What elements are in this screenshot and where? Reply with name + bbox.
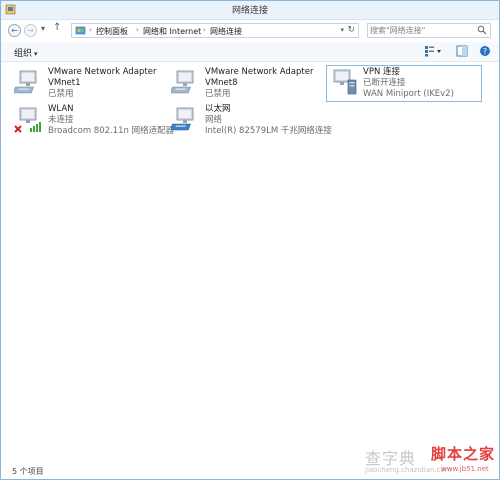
breadcrumb-separator: › <box>203 26 206 34</box>
connection-name: VMware Network Adapter <box>48 67 157 77</box>
navigation-bar: ← → ▾ ↑ › 控制面板 › 网络和 Internet › 网络连接 ▾ ↻ <box>1 20 499 42</box>
forward-button[interactable]: → <box>24 24 37 37</box>
connection-name: VPN 连接 <box>363 67 401 77</box>
change-view-icon[interactable] <box>424 45 442 57</box>
connection-status: 已禁用 <box>205 89 231 99</box>
control-panel-icon <box>75 26 86 35</box>
title-bar: 网络连接 <box>1 1 499 20</box>
connection-name: WLAN <box>48 104 74 114</box>
connection-text: VMware Network Adapter VMnet1 已禁用 <box>48 67 156 100</box>
breadcrumb-control-panel[interactable]: 控制面板 <box>96 26 128 37</box>
preview-pane-icon[interactable] <box>456 45 468 57</box>
connection-text: VMware Network Adapter VMnet8 已禁用 <box>205 67 313 100</box>
organize-menu-button[interactable]: 组织 ▾ <box>14 46 38 59</box>
connection-name: 以太网 <box>205 104 231 114</box>
connection-subname: VMnet8 <box>205 78 238 88</box>
connection-text: 以太网 网络 Intel(R) 82579LM 千兆网络连接 <box>205 104 332 137</box>
connection-status: Intel(R) 82579LM 千兆网络连接 <box>205 126 332 136</box>
connection-name: VMware Network Adapter <box>205 67 314 77</box>
network-adapter-icon <box>171 70 194 94</box>
help-icon[interactable]: ? <box>479 45 491 57</box>
item-count: 5 个项目 <box>12 467 44 476</box>
watermark-jb51: 脚本之家 <box>431 445 496 463</box>
connection-status: Broadcom 802.11n 网络适配器 <box>48 126 175 136</box>
watermark-jb51-url: www.jb51.net <box>441 465 489 473</box>
connection-item-wlan[interactable]: WLAN 未连接 Broadcom 802.11n 网络适配器 <box>14 104 174 140</box>
chevron-down-icon: ▾ <box>34 50 38 58</box>
connection-status: 已禁用 <box>48 89 74 99</box>
breadcrumb-network-internet[interactable]: 网络和 Internet <box>143 26 201 37</box>
network-adapter-icon <box>14 70 37 94</box>
connection-item-ethernet[interactable]: 以太网 网络 Intel(R) 82579LM 千兆网络连接 <box>171 104 341 140</box>
connection-text: WLAN 未连接 Broadcom 802.11n 网络适配器 <box>48 104 174 137</box>
connection-item-vmnet1[interactable]: VMware Network Adapter VMnet1 已禁用 <box>14 67 164 103</box>
wireless-adapter-icon <box>14 107 41 133</box>
watermark-chazidian-url: jiaocheng.chazidian.com <box>365 466 452 474</box>
organize-label: 组织 <box>14 49 33 59</box>
search-icon[interactable] <box>477 25 487 35</box>
connection-subname: 已断开连接 <box>363 78 406 88</box>
connection-subname: 未连接 <box>48 115 74 125</box>
search-box[interactable] <box>367 23 491 38</box>
connection-subname: VMnet1 <box>48 78 81 88</box>
back-button[interactable]: ← <box>8 24 21 37</box>
forward-arrow-icon: → <box>27 26 34 35</box>
back-arrow-icon: ← <box>11 26 18 35</box>
connection-item-vpn[interactable]: VPN 连接 已断开连接 WAN Miniport (IKEv2) <box>326 65 482 102</box>
refresh-icon[interactable]: ↻ <box>347 25 355 35</box>
search-input[interactable] <box>370 24 470 37</box>
explorer-window: 网络连接 ← → ▾ ↑ › 控制面板 › 网络和 Internet › 网络连… <box>0 0 500 480</box>
vpn-connection-icon <box>333 69 357 95</box>
command-bar: 组织 ▾ ? <box>1 42 499 62</box>
connection-item-vmnet8[interactable]: VMware Network Adapter VMnet8 已禁用 <box>171 67 321 103</box>
recent-locations-dropdown[interactable]: ▾ <box>41 24 45 33</box>
watermark: 查字典 jiaocheng.chazidian.com 脚本之家 www.jb5… <box>365 443 499 479</box>
breadcrumb-separator: › <box>89 26 92 34</box>
svg-text:?: ? <box>483 47 487 56</box>
connections-view: VMware Network Adapter VMnet1 已禁用 VMware… <box>1 62 499 462</box>
connection-subname: 网络 <box>205 115 223 125</box>
connection-text: VPN 连接 已断开连接 WAN Miniport (IKEv2) <box>363 67 454 100</box>
ethernet-adapter-icon <box>171 107 194 131</box>
breadcrumb-network-connections[interactable]: 网络连接 <box>210 26 242 37</box>
window-title: 网络连接 <box>231 6 268 16</box>
connection-status: WAN Miniport (IKEv2) <box>363 89 454 99</box>
address-dropdown-icon[interactable]: ▾ <box>340 26 344 34</box>
address-bar[interactable]: › 控制面板 › 网络和 Internet › 网络连接 ▾ ↻ <box>71 23 359 38</box>
breadcrumb-separator: › <box>136 26 139 34</box>
up-button[interactable]: ↑ <box>53 22 61 33</box>
